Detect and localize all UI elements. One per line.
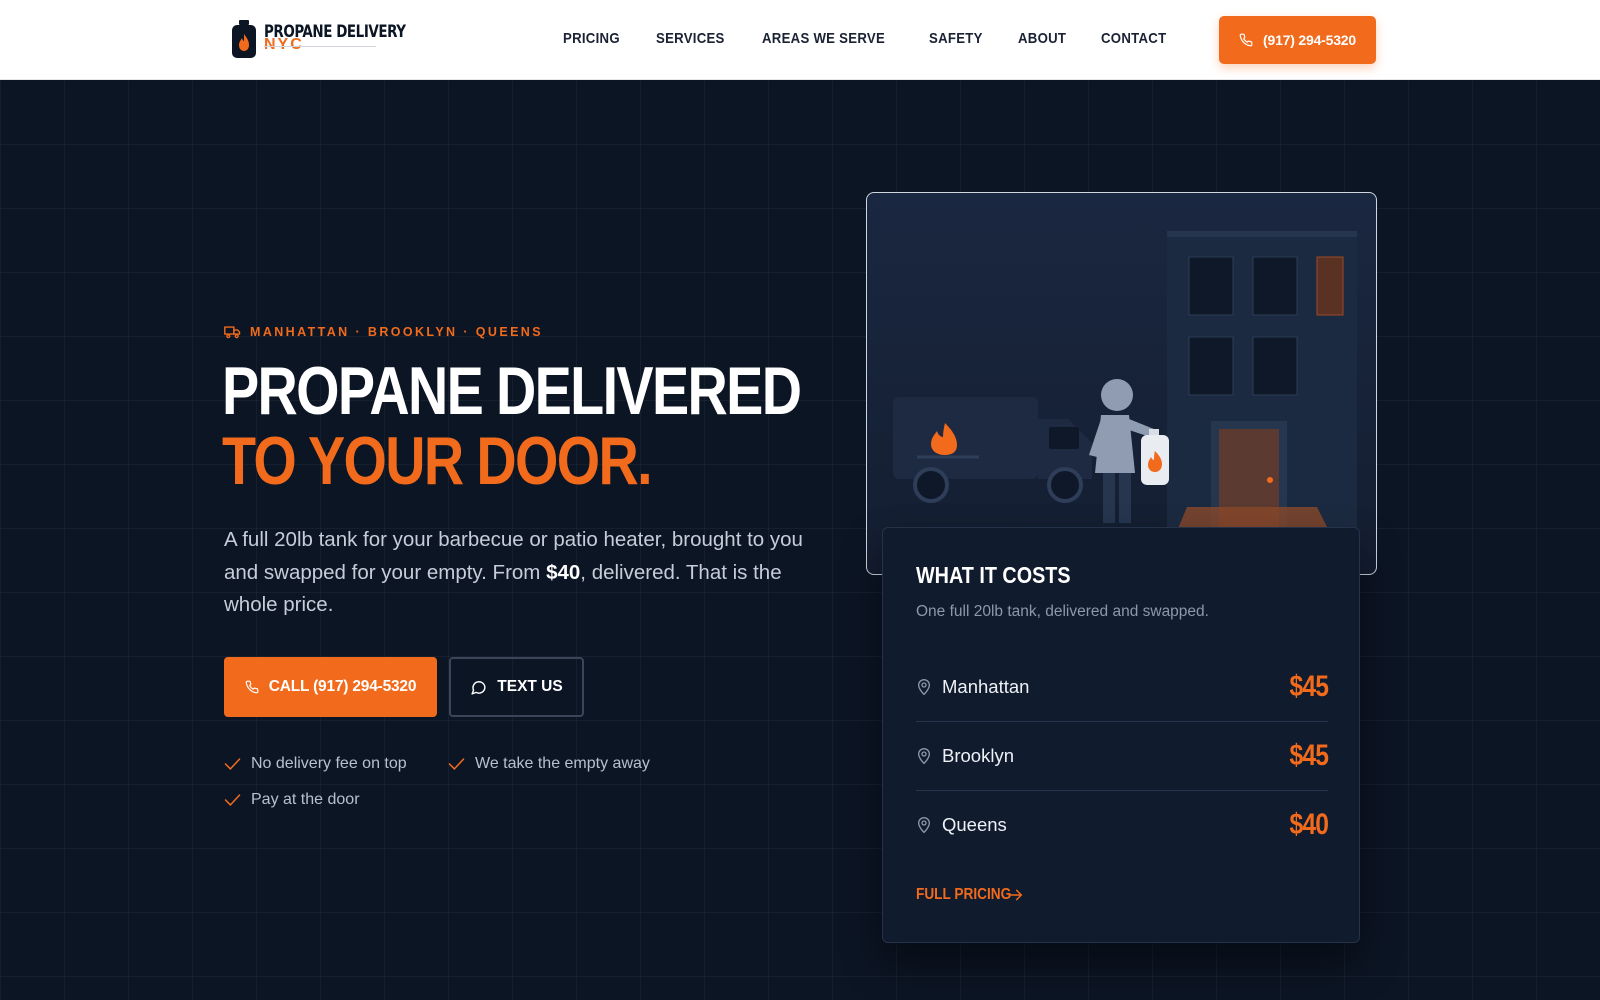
call-button[interactable]: CALL (917) 294-5320 bbox=[224, 657, 437, 717]
checkmark-icon bbox=[448, 758, 465, 770]
map-pin-icon bbox=[917, 678, 931, 695]
lead-price: $40 bbox=[546, 560, 581, 584]
benefit-item: We take the empty away bbox=[448, 755, 650, 773]
headline-line-1: PROPANE DELIVERED bbox=[222, 353, 802, 429]
call-button-label: CALL (917) 294-5320 bbox=[268, 678, 417, 695]
area-name: Brooklyn bbox=[942, 744, 1014, 766]
headline-line-2: TO YOUR DOOR. bbox=[222, 423, 653, 499]
logo-divider bbox=[264, 46, 376, 47]
service-areas-eyebrow: MANHATTAN · BROOKLYN · QUEENS bbox=[224, 325, 543, 339]
delivery-illustration bbox=[866, 192, 1377, 575]
benefit-text: Pay at the door bbox=[251, 791, 360, 808]
nav-item-contact[interactable]: CONTACT bbox=[1101, 30, 1166, 47]
full-pricing-link[interactable]: FULL PRICING bbox=[916, 886, 1024, 904]
price-row-manhattan: Manhattan $45 bbox=[916, 652, 1329, 721]
main-menu: PRICING SERVICES AREAS WE SERVE SAFETY A… bbox=[563, 30, 1204, 47]
pricing-card-subtitle: One full 20lb tank, delivered and swappe… bbox=[916, 603, 1209, 620]
full-pricing-label: FULL PRICING bbox=[916, 886, 1012, 903]
checkmark-icon bbox=[224, 758, 241, 770]
top-navigation: PROPANE DELIVERY NYC PRICING SERVICES AR… bbox=[0, 0, 1600, 80]
checkmark-icon bbox=[224, 794, 241, 806]
area-price: $40 bbox=[1289, 807, 1328, 841]
pricing-card-title: WHAT IT COSTS bbox=[916, 562, 1071, 588]
brand-logo[interactable]: PROPANE DELIVERY NYC bbox=[232, 18, 412, 62]
header-phone-number: (917) 294-5320 bbox=[1263, 32, 1356, 48]
benefit-text: No delivery fee on top bbox=[251, 755, 407, 772]
nav-item-pricing[interactable]: PRICING bbox=[563, 30, 620, 47]
pricing-card: WHAT IT COSTS One full 20lb tank, delive… bbox=[882, 527, 1360, 943]
benefit-item: No delivery fee on top bbox=[224, 755, 407, 773]
nav-item-areas[interactable]: AREAS WE SERVE bbox=[762, 30, 885, 47]
area-name: Manhattan bbox=[942, 675, 1030, 697]
delivery-scene-image bbox=[893, 231, 1357, 574]
header-call-button[interactable]: (917) 294-5320 bbox=[1219, 16, 1376, 64]
hero-description: A full 20lb tank for your barbecue or pa… bbox=[224, 524, 804, 622]
area-name: Queens bbox=[942, 813, 1007, 835]
phone-icon bbox=[1239, 33, 1253, 47]
truck-icon bbox=[224, 326, 241, 339]
propane-tank-icon bbox=[232, 20, 256, 58]
text-us-button[interactable]: TEXT US bbox=[449, 657, 584, 717]
phone-icon bbox=[245, 680, 259, 694]
price-row-brooklyn: Brooklyn $45 bbox=[916, 721, 1329, 790]
eyebrow-text: MANHATTAN · BROOKLYN · QUEENS bbox=[250, 325, 543, 339]
message-icon bbox=[471, 680, 486, 695]
brand-city: NYC bbox=[264, 36, 304, 53]
price-row-queens: Queens $40 bbox=[916, 790, 1329, 859]
nav-item-about[interactable]: ABOUT bbox=[1018, 30, 1066, 47]
map-pin-icon bbox=[917, 816, 931, 833]
map-pin-icon bbox=[917, 747, 931, 764]
text-us-label: TEXT US bbox=[497, 678, 563, 695]
benefit-text: We take the empty away bbox=[475, 755, 650, 772]
hero-headline: PROPANE DELIVERED TO YOUR DOOR. bbox=[222, 353, 802, 499]
area-price: $45 bbox=[1289, 669, 1328, 703]
benefit-item: Pay at the door bbox=[224, 791, 360, 809]
nav-item-safety[interactable]: SAFETY bbox=[929, 30, 983, 47]
area-price: $45 bbox=[1289, 738, 1328, 772]
nav-item-services[interactable]: SERVICES bbox=[656, 30, 725, 47]
